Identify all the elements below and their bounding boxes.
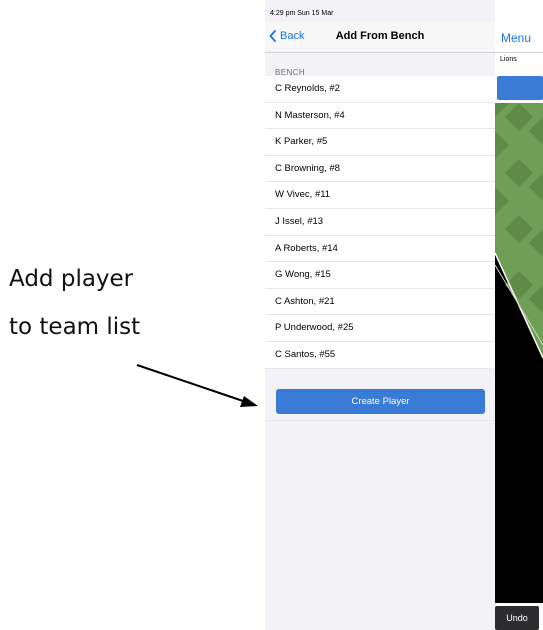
field-graphic: [495, 103, 543, 603]
status-bar-time: 4:29 pm Sun 15 Mar: [270, 10, 334, 17]
bench-list: BENCH C Reynolds, #2 N Masterson, #4 K Par…: [265, 62, 495, 369]
undo-button[interactable]: Undo: [495, 606, 539, 630]
list-item[interactable]: P Underwood, #25: [265, 315, 495, 342]
scoring-panel: Menu Lions Undo: [495, 0, 543, 630]
list-item[interactable]: C Browning, #8: [265, 155, 495, 183]
list-item[interactable]: C Ashton, #21: [265, 288, 495, 316]
list-item[interactable]: N Masterson, #4: [265, 102, 495, 130]
section-header-bench: BENCH: [275, 68, 306, 77]
annotation-arrow: [136, 364, 258, 407]
annotation: Add player to team list: [0, 0, 265, 630]
list-item[interactable]: G Wong, #15: [265, 262, 495, 289]
list-item[interactable]: A Roberts, #14: [265, 235, 495, 263]
list-item[interactable]: W Vivec, #11: [265, 182, 495, 209]
list-item[interactable]: J Issel, #13: [265, 208, 495, 236]
bench-panel: 4:29 pm Sun 15 Mar Back Add From Bench B…: [265, 0, 496, 630]
list-item[interactable]: K Parker, #5: [265, 129, 495, 156]
menu-button[interactable]: Menu: [501, 31, 531, 45]
create-player-button[interactable]: Create Player: [276, 389, 485, 414]
navigation-bar: Back Add From Bench: [265, 22, 495, 53]
team-label: Lions: [500, 56, 517, 63]
back-label: Back: [280, 30, 305, 42]
team-action-button[interactable]: [497, 76, 543, 100]
chevron-left-icon: [269, 30, 276, 42]
back-button[interactable]: Back: [269, 30, 304, 42]
list-item[interactable]: C Reynolds, #2: [265, 76, 495, 103]
list-item[interactable]: C Santos, #55: [265, 341, 495, 369]
header-divider: [495, 52, 543, 53]
list-divider: [265, 420, 495, 421]
playing-field[interactable]: [495, 103, 543, 603]
